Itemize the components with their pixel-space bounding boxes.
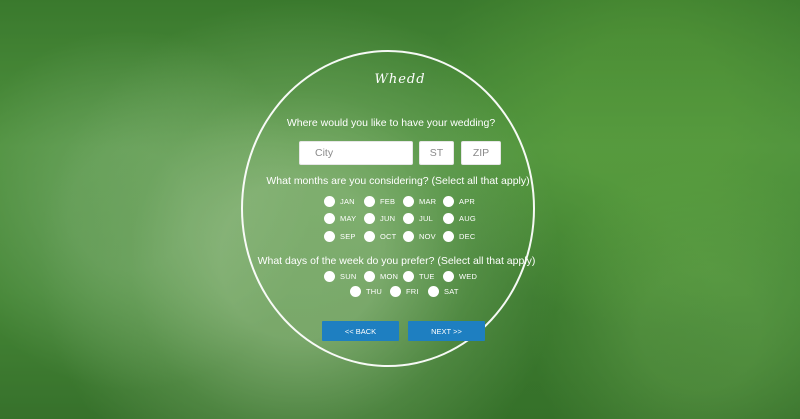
month-label: MAY (340, 214, 357, 223)
month-option-jul[interactable]: JUL (403, 213, 433, 224)
day-option-thu[interactable]: THU (350, 286, 382, 297)
month-option-aug[interactable]: AUG (443, 213, 476, 224)
month-option-jan[interactable]: JAN (324, 196, 355, 207)
radio-button[interactable] (403, 213, 414, 224)
radio-button[interactable] (324, 231, 335, 242)
month-option-feb[interactable]: FEB (364, 196, 395, 207)
day-label: TUE (419, 272, 435, 281)
month-label: APR (459, 197, 476, 206)
month-option-jun[interactable]: JUN (364, 213, 395, 224)
radio-button[interactable] (364, 231, 375, 242)
month-label: AUG (459, 214, 476, 223)
day-option-sun[interactable]: SUN (324, 271, 356, 282)
month-label: NOV (419, 232, 436, 241)
day-option-wed[interactable]: WED (443, 271, 477, 282)
day-label: THU (366, 287, 383, 296)
month-label: DEC (459, 232, 476, 241)
month-option-mar[interactable]: MAR (403, 196, 436, 207)
radio-button[interactable] (403, 196, 414, 207)
day-label: SUN (340, 272, 357, 281)
month-option-oct[interactable]: OCT (364, 231, 396, 242)
month-label: FEB (380, 197, 396, 206)
months-question: What months are you considering? (Select… (266, 175, 530, 187)
radio-button[interactable] (443, 213, 454, 224)
form-circle-frame (241, 50, 535, 367)
state-input[interactable]: ST (419, 141, 454, 165)
brand-logo: Whedd (374, 72, 426, 87)
month-label: SEP (340, 232, 356, 241)
radio-button[interactable] (403, 271, 414, 282)
month-label: OCT (380, 232, 397, 241)
month-label: MAR (419, 197, 437, 206)
location-question: Where would you like to have your weddin… (286, 117, 496, 129)
radio-button[interactable] (324, 196, 335, 207)
back-button[interactable]: << BACK (322, 321, 399, 341)
radio-button[interactable] (390, 286, 401, 297)
radio-button[interactable] (403, 231, 414, 242)
month-label: JUN (380, 214, 396, 223)
radio-button[interactable] (364, 213, 375, 224)
day-label: SAT (444, 287, 459, 296)
radio-button[interactable] (364, 196, 375, 207)
month-option-dec[interactable]: DEC (443, 231, 475, 242)
day-option-sat[interactable]: SAT (428, 286, 459, 297)
radio-button[interactable] (443, 196, 454, 207)
radio-button[interactable] (324, 271, 335, 282)
next-button[interactable]: NEXT >> (408, 321, 485, 341)
radio-button[interactable] (324, 213, 335, 224)
day-label: FRI (406, 287, 419, 296)
city-input[interactable]: City (299, 141, 413, 165)
day-option-fri[interactable]: FRI (390, 286, 419, 297)
month-option-may[interactable]: MAY (324, 213, 356, 224)
day-option-tue[interactable]: TUE (403, 271, 435, 282)
days-question: What days of the week do you prefer? (Se… (257, 255, 536, 267)
day-label: MON (380, 272, 399, 281)
radio-button[interactable] (428, 286, 439, 297)
month-option-apr[interactable]: APR (443, 196, 475, 207)
month-option-nov[interactable]: NOV (403, 231, 436, 242)
month-option-sep[interactable]: SEP (324, 231, 356, 242)
month-label: JUL (419, 214, 433, 223)
day-option-mon[interactable]: MON (364, 271, 398, 282)
radio-button[interactable] (364, 271, 375, 282)
month-label: JAN (340, 197, 355, 206)
radio-button[interactable] (350, 286, 361, 297)
radio-button[interactable] (443, 271, 454, 282)
day-label: WED (459, 272, 478, 281)
radio-button[interactable] (443, 231, 454, 242)
zip-input[interactable]: ZIP (461, 141, 501, 165)
